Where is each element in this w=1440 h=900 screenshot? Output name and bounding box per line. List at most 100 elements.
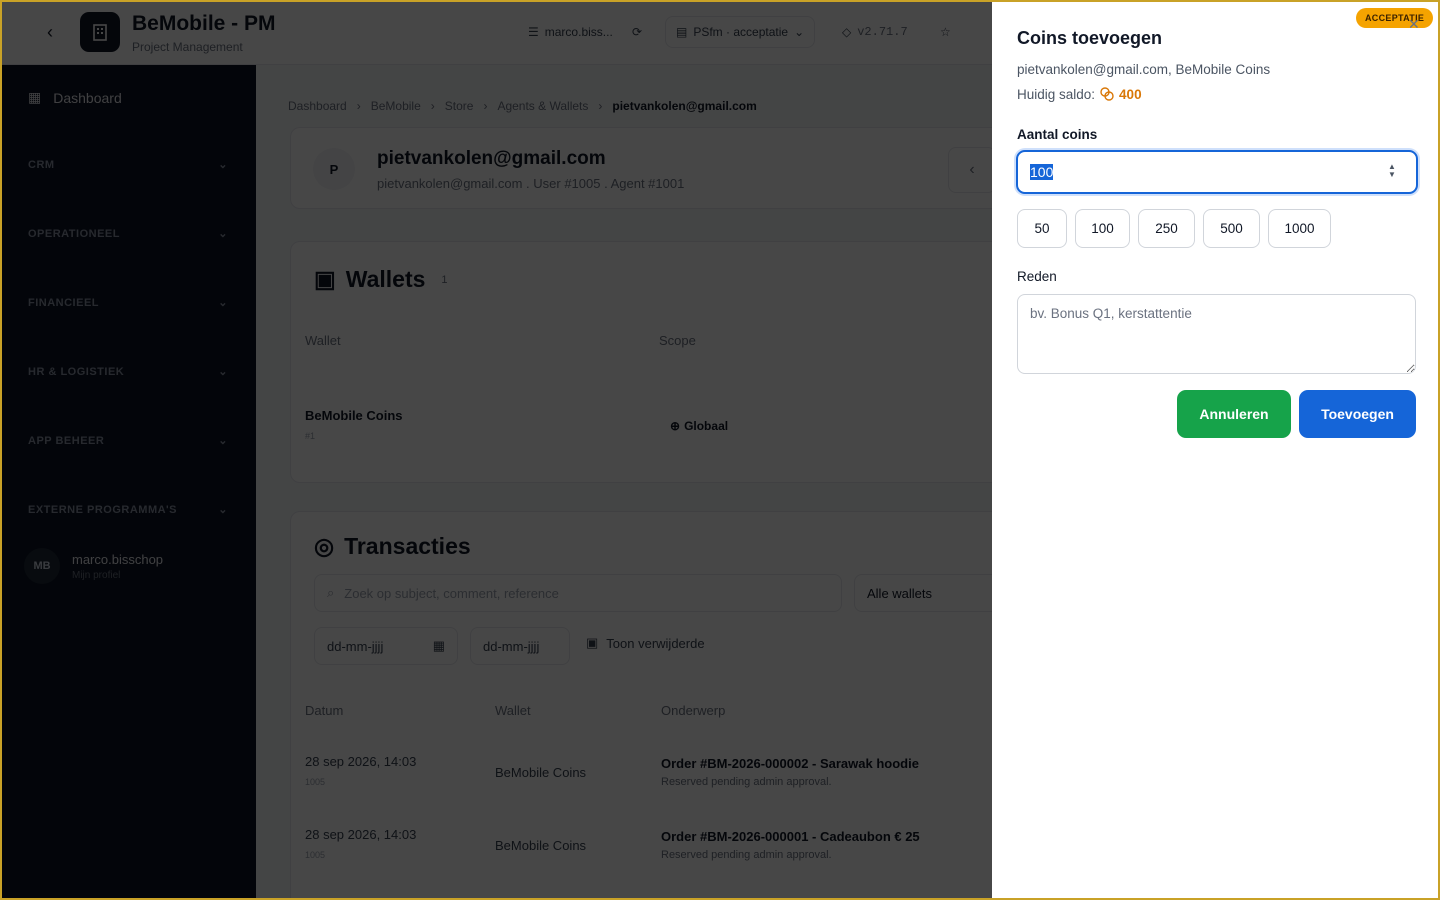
date-placeholder: dd-mm-jjjj — [483, 638, 540, 654]
add-coins-button[interactable]: Toevoegen — [1299, 390, 1416, 438]
breadcrumb-dashboard[interactable]: Dashboard — [288, 99, 347, 113]
chevron-right-icon: › — [483, 99, 488, 113]
chevron-right-icon: › — [356, 99, 361, 113]
sidebar-item-label: Dashboard — [53, 89, 122, 106]
wallets-count: 1 — [441, 273, 448, 286]
breadcrumb-bemobile[interactable]: BeMobile — [371, 99, 421, 113]
environment-badge: ACCEPTATIE — [1356, 8, 1434, 28]
preset-button-500[interactable]: 500 — [1203, 209, 1260, 248]
search-placeholder: Zoek op subject, comment, reference — [344, 585, 559, 601]
breadcrumb-agents-wallets[interactable]: Agents & Wallets — [497, 99, 588, 113]
transaction-user: 1005 — [305, 850, 326, 860]
transaction-date: 28 sep 2026, 14:03 — [305, 827, 417, 842]
collapse-button[interactable]: ‹ — [948, 147, 996, 193]
sidebar-section-label: HR & LOGISTIEK — [28, 365, 125, 378]
transactions-title: ◎ Transacties — [314, 533, 471, 560]
avatar: MB — [24, 548, 60, 584]
search-input[interactable]: ⌕ Zoek op subject, comment, reference — [314, 574, 842, 612]
chevron-down-icon: ⌄ — [218, 366, 228, 378]
chevron-down-icon: ⌄ — [218, 297, 228, 309]
page-title: pietvankolen@gmail.com — [377, 148, 606, 169]
app-logo — [80, 12, 120, 52]
user-chip[interactable]: ☰ marco.biss... — [518, 16, 623, 48]
sidebar-section-crm[interactable]: CRM ⌄ — [28, 158, 228, 172]
transaction-wallet: BeMobile Coins — [495, 838, 587, 853]
environment-select[interactable]: ▤ PSfm · acceptatie ⌄ — [665, 16, 816, 48]
transaction-note: Reserved pending admin approval. — [661, 849, 832, 861]
sidebar-section-hr-logistiek[interactable]: HR & LOGISTIEK ⌄ — [28, 365, 228, 379]
amount-label: Aantal coins — [1017, 127, 1098, 142]
app-subtitle: Project Management — [132, 40, 243, 54]
transaction-date: 28 sep 2026, 14:03 — [305, 754, 417, 769]
column-header-wallet: Wallet — [305, 333, 341, 348]
profile-link[interactable]: Mijn profiel — [72, 570, 163, 581]
chevron-down-icon: ⌄ — [218, 504, 228, 516]
show-deleted-toggle[interactable]: ▣ Toon verwijderde — [586, 635, 705, 651]
sidebar-section-app-beheer[interactable]: APP BEHEER ⌄ — [28, 434, 228, 448]
breadcrumb-store[interactable]: Store — [445, 99, 474, 113]
transaction-user: 1005 — [305, 777, 326, 787]
agent-meta: pietvankolen@gmail.com . User #1005 . Ag… — [377, 176, 685, 191]
sidebar-item-dashboard[interactable]: ▦ Dashboard — [28, 89, 122, 106]
transaction-subject[interactable]: Order #BM-2026-000001 - Cadeaubon € 25 — [661, 829, 920, 844]
breadcrumb-current: pietvankolen@gmail.com — [612, 99, 757, 113]
refresh-icon[interactable]: ⟳ — [622, 16, 652, 48]
preset-button-100[interactable]: 100 — [1075, 209, 1130, 248]
transactions-title-label: Transacties — [344, 533, 471, 559]
column-header-scope: Scope — [659, 333, 696, 348]
column-header-wallet: Wallet — [495, 703, 531, 718]
sidebar-section-financieel[interactable]: FINANCIEEL ⌄ — [28, 296, 228, 310]
coins-icon — [1100, 87, 1114, 101]
wallets-title-label: Wallets — [345, 266, 426, 292]
chevron-right-icon: › — [430, 99, 435, 113]
avatar: P — [313, 148, 355, 190]
sidebar-section-label: OPERATIONEEL — [28, 227, 120, 240]
preset-button-50[interactable]: 50 — [1017, 209, 1067, 248]
cancel-button[interactable]: Annuleren — [1177, 390, 1291, 438]
reason-field[interactable] — [1017, 294, 1416, 374]
date-from-input[interactable]: dd-mm-jjjj ▦ — [314, 627, 458, 665]
back-icon[interactable]: ‹ — [40, 22, 60, 42]
transaction-wallet: BeMobile Coins — [495, 765, 587, 780]
scope-badge: ⊕ Globaal — [670, 419, 728, 433]
close-icon[interactable]: ✕ — [1408, 16, 1420, 33]
server-icon: ☰ — [528, 25, 539, 39]
wallet-name[interactable]: BeMobile Coins — [305, 408, 403, 423]
sidebar-user[interactable]: MB marco.bisschop Mijn profiel — [24, 548, 163, 584]
column-header-date: Datum — [305, 703, 344, 718]
sidebar: ▦ Dashboard CRM ⌄ OPERATIONEEL ⌄ FINANCIEE… — [0, 65, 256, 900]
preset-button-1000[interactable]: 1000 — [1268, 209, 1331, 248]
version-label: v2.71.7 — [857, 25, 908, 39]
panel-title: Coins toevoegen — [1017, 28, 1163, 48]
preset-button-250[interactable]: 250 — [1138, 209, 1195, 248]
chevron-down-icon: ⌄ — [794, 25, 805, 39]
sidebar-section-label: FINANCIEEL — [28, 296, 99, 309]
column-header-subject: Onderwerp — [661, 703, 726, 718]
chevron-down-icon: ⌄ — [218, 435, 228, 447]
number-stepper[interactable]: ▲ ▼ — [1388, 163, 1396, 179]
wallet-filter-select[interactable]: Alle wallets — [854, 574, 1004, 612]
chevron-right-icon: › — [598, 99, 603, 113]
user-name: marco.bisschop — [72, 551, 164, 567]
sidebar-section-label: EXTERNE PROGRAMMA'S — [28, 503, 178, 516]
panel-meta: pietvankolen@gmail.com, BeMobile Coins — [1017, 62, 1271, 77]
wallets-title: ▣ Wallets 1 — [314, 266, 448, 293]
calendar-icon: ▦ — [432, 638, 445, 653]
transaction-subject[interactable]: Order #BM-2026-000002 - Sarawak hoodie — [661, 756, 919, 771]
user-chip-label: marco.biss... — [544, 25, 613, 39]
sidebar-section-externe-programmas[interactable]: EXTERNE PROGRAMMA'S ⌄ — [28, 503, 228, 517]
balance-label: Huidig saldo: — [1017, 86, 1096, 102]
current-balance: Huidig saldo: 400 — [1017, 86, 1142, 102]
sidebar-section-label: APP BEHEER — [28, 434, 105, 447]
star-icon[interactable]: ☆ — [930, 16, 961, 48]
sidebar-section-operationeel[interactable]: OPERATIONEEL ⌄ — [28, 227, 228, 241]
date-to-input[interactable]: dd-mm-jjjj — [470, 627, 570, 665]
checkbox-icon: ▣ — [586, 635, 599, 650]
version-chip: ◇ v2.71.7 — [832, 16, 918, 48]
database-icon: ▤ — [676, 25, 688, 39]
chevron-down-icon: ⌄ — [218, 159, 228, 171]
transaction-note: Reserved pending admin approval. — [661, 776, 832, 788]
wallet-id: #1 — [305, 431, 316, 441]
coins-amount-input[interactable] — [1016, 150, 1418, 194]
breadcrumb: Dashboard › BeMobile › Store › Agents & Wal… — [288, 99, 757, 113]
